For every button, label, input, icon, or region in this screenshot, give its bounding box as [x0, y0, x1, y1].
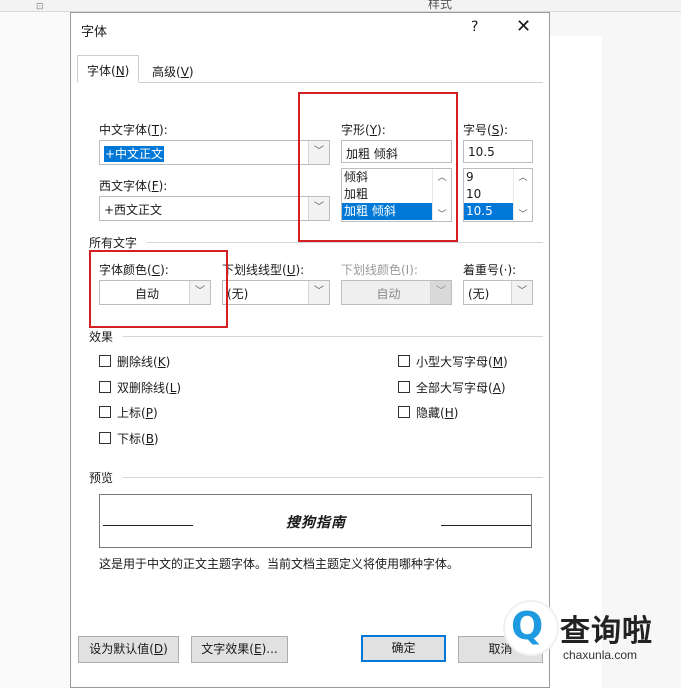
effects-section-label: 效果: [89, 330, 114, 344]
font-size-label: 字号(S):: [463, 123, 509, 137]
tab-divider: [77, 82, 543, 83]
small-caps-checkbox[interactable]: [398, 355, 410, 367]
word-ribbon-strip: [0, 0, 681, 12]
document-margin-left: [0, 12, 70, 688]
double-strikethrough-checkbox[interactable]: [99, 381, 111, 393]
emphasis-mark-label: 着重号(·):: [463, 263, 517, 277]
scroll-up-icon[interactable]: ︿: [514, 170, 532, 183]
underline-color-value: 自动: [376, 287, 401, 301]
scrollbar[interactable]: ︿ ﹀: [513, 169, 532, 221]
strikethrough-checkbox[interactable]: [99, 355, 111, 367]
ok-button[interactable]: 确定: [361, 635, 446, 662]
section-divider: [123, 336, 543, 337]
underline-style-value: (无): [227, 287, 249, 301]
hidden-checkbox[interactable]: [398, 406, 410, 418]
preview-baseline-left: [103, 525, 193, 526]
watermark-site-name: 查询啦: [560, 614, 653, 649]
preview-section-label: 预览: [89, 471, 114, 485]
chinese-font-select[interactable]: +中文正文 ﹀: [99, 140, 330, 165]
preview-note: 这是用于中文的正文主题字体。当前文档主题定义将使用哪种字体。: [99, 557, 460, 571]
chinese-font-value: +中文正文: [104, 146, 165, 162]
dialog-title: 字体: [81, 25, 108, 40]
chevron-down-icon[interactable]: ﹀: [511, 281, 532, 304]
watermark-url: chaxunla.com: [563, 648, 638, 662]
double-strikethrough-label[interactable]: 双删除线(L): [117, 379, 181, 396]
document-page: [550, 36, 602, 688]
help-button[interactable]: ?: [471, 19, 478, 35]
subscript-label[interactable]: 下标(B): [117, 430, 159, 447]
scroll-down-icon[interactable]: ﹀: [514, 207, 532, 220]
emphasis-mark-value: (无): [468, 287, 490, 301]
preview-box: 搜狗指南: [99, 494, 532, 548]
set-default-button[interactable]: 设为默认值(D): [78, 636, 179, 663]
superscript-label[interactable]: 上标(P): [117, 404, 158, 421]
all-text-section-label: 所有文字: [89, 236, 138, 250]
preview-sample-text: 搜狗指南: [286, 515, 346, 531]
western-font-select[interactable]: +西文正文 ﹀: [99, 196, 330, 221]
section-divider: [147, 242, 543, 243]
underline-style-label: 下划线线型(U):: [222, 263, 305, 277]
tab-advanced[interactable]: 高级(V): [143, 57, 203, 82]
subscript-checkbox[interactable]: [99, 432, 111, 444]
font-size-list[interactable]: 9 10 10.5 ︿ ﹀: [463, 168, 533, 222]
font-size-input[interactable]: 10.5: [463, 140, 533, 163]
close-icon[interactable]: ✕: [516, 16, 531, 37]
all-caps-label[interactable]: 全部大写字母(A): [416, 379, 506, 396]
western-font-label: 西文字体(F):: [99, 179, 168, 193]
watermark-q-icon: Q: [511, 604, 544, 648]
styles-group-label: 样式: [428, 0, 453, 11]
section-divider: [123, 477, 543, 478]
western-font-value: +西文正文: [104, 203, 163, 217]
underline-color-label: 下划线颜色(I):: [341, 263, 418, 277]
superscript-checkbox[interactable]: [99, 406, 111, 418]
preview-baseline-right: [441, 525, 531, 526]
underline-color-select: 自动 ﹀: [341, 280, 452, 305]
underline-style-select[interactable]: (无) ﹀: [222, 280, 330, 305]
ribbon-corner-icon: ⊡: [36, 2, 44, 12]
highlight-box-color: [89, 250, 228, 328]
strikethrough-label[interactable]: 删除线(K): [117, 353, 170, 370]
highlight-box-style: [298, 92, 458, 242]
tab-font[interactable]: 字体(N): [77, 55, 140, 83]
hidden-label[interactable]: 隐藏(H): [416, 404, 458, 421]
chevron-down-icon[interactable]: ﹀: [308, 281, 329, 304]
text-effects-button[interactable]: 文字效果(E)...: [191, 636, 288, 663]
all-caps-checkbox[interactable]: [398, 381, 410, 393]
small-caps-label[interactable]: 小型大写字母(M): [416, 353, 508, 370]
emphasis-mark-select[interactable]: (无) ﹀: [463, 280, 533, 305]
chevron-down-icon: ﹀: [430, 281, 451, 304]
chinese-font-label: 中文字体(T):: [99, 123, 168, 137]
